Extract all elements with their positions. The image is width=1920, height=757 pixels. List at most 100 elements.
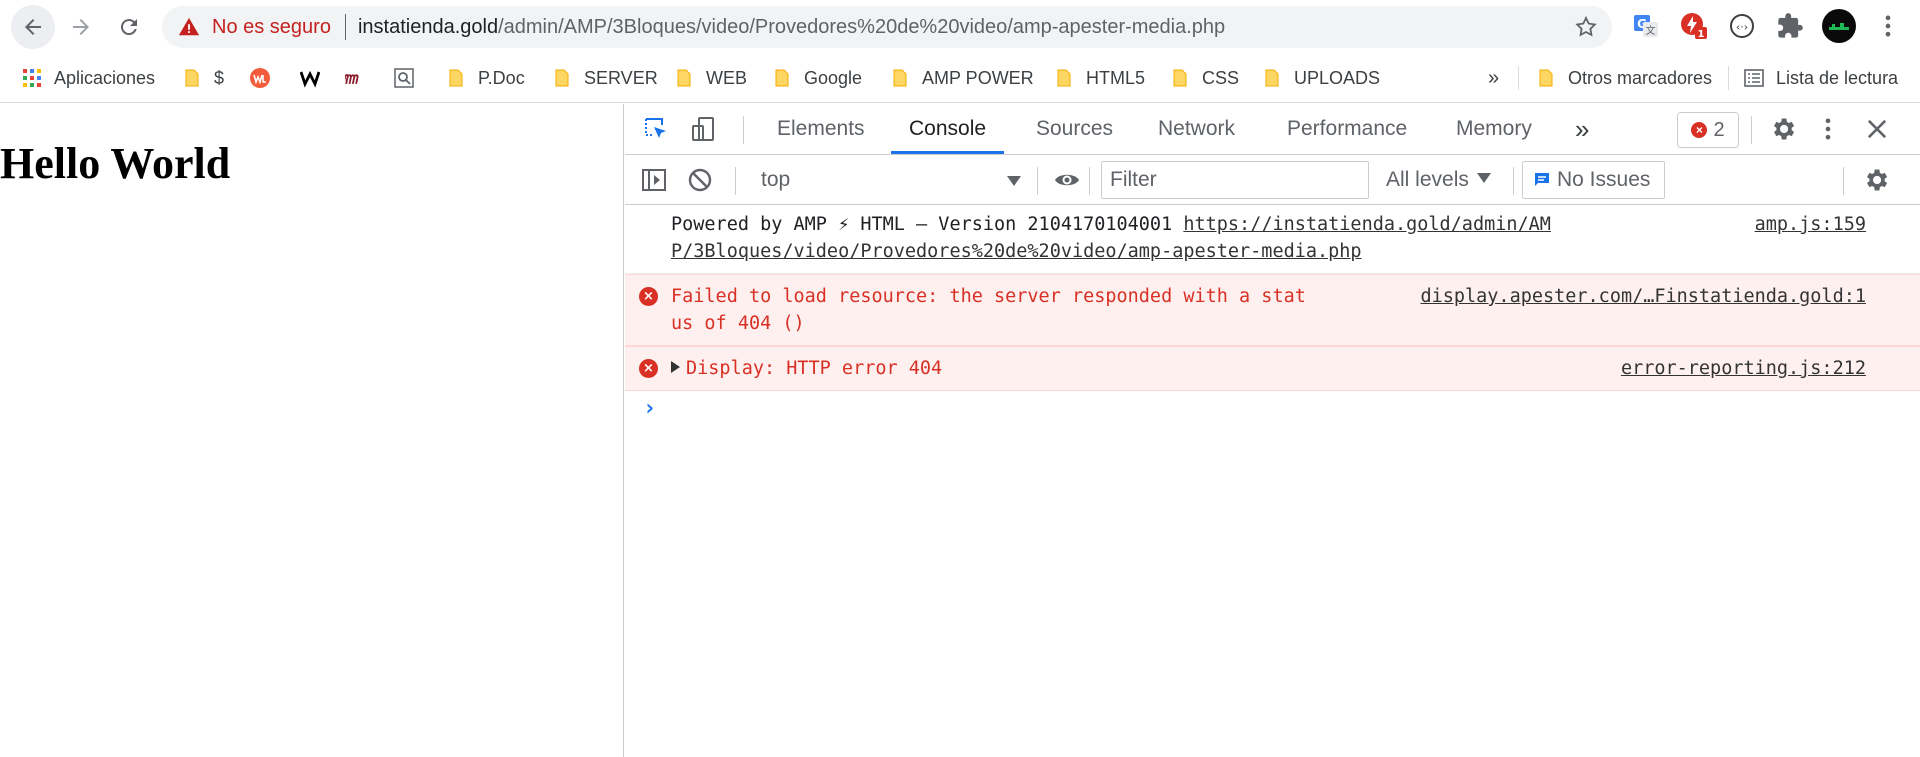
bookmark-folder-html5[interactable]: HTML5 [1054,65,1145,91]
bookmark-folder-css[interactable]: CSS [1170,65,1239,91]
toolbar-separator [735,167,736,195]
dropdown-arrow-icon [1007,176,1021,186]
search-box-icon [394,68,414,88]
url-text[interactable]: instatienda.gold/admin/AMP/3Bloques/vide… [358,16,1225,39]
reading-list-button[interactable]: Lista de lectura [1744,65,1898,91]
wl-logo-icon [250,68,270,88]
console-settings-button[interactable] [1861,165,1891,195]
warning-icon [178,17,200,36]
security-status[interactable]: No es seguro [212,16,331,39]
bookmark-page-icon [185,69,199,87]
message-text: Display: HTTP error 404 [671,355,1361,382]
tab-console[interactable]: Console [891,104,1005,154]
bookmark-folder-google[interactable]: Google [772,65,862,91]
bookmark-search[interactable] [394,65,426,91]
amp-validator-extension[interactable]: 1 [1678,10,1710,42]
svg-text:‹·›: ‹·› [1736,21,1748,34]
message-text: Powered by AMP ⚡ HTML – Version 21041701… [671,214,1551,262]
code-extension[interactable]: ‹·› [1726,10,1758,42]
bookmark-label: WEB [706,67,748,88]
more-tabs-button[interactable]: » [1575,104,1589,154]
bookmarks-overflow-button[interactable]: » [1488,65,1499,91]
message-source-link[interactable]: amp.js:159 [1755,211,1866,238]
bookmark-rm[interactable] [345,65,377,91]
dropdown-arrow-icon [1476,173,1491,183]
console-message-log: Powered by AMP ⚡ HTML – Version 21041701… [625,205,1920,274]
folder-icon [893,69,907,87]
bookmark-folder-uploads[interactable]: UPLOADS [1262,65,1380,91]
bookmark-apps[interactable]: Aplicaciones [22,65,155,91]
context-value: top [761,168,791,191]
tab-performance[interactable]: Performance [1287,104,1407,154]
toolbar-separator [1037,167,1038,195]
error-circle-icon: × [1691,122,1708,138]
toolbar-separator [1843,167,1844,195]
devtools-menu-button[interactable] [1813,114,1843,144]
message-text: Failed to load resource: the server resp… [671,286,1306,334]
w-logo-icon [300,70,320,88]
bookmark-label: Aplicaciones [54,67,156,88]
log-levels-dropdown[interactable]: All levels [1386,163,1491,197]
expand-triangle-icon[interactable] [671,361,680,373]
bookmark-wl[interactable] [250,65,282,91]
error-count-badge[interactable]: × 2 [1677,112,1739,148]
rm-logo-icon [345,74,359,84]
bookmark-label: $ [214,67,225,88]
gear-icon [1774,118,1795,140]
devtools-panel: Elements Console Sources Network Perform… [625,104,1920,757]
folder-icon [775,69,789,87]
device-toolbar-button[interactable] [689,114,719,144]
eye-icon [1055,174,1079,186]
issues-button[interactable]: No Issues [1522,161,1665,199]
tab-network[interactable]: Network [1158,104,1235,154]
inspect-element-button[interactable] [641,114,671,144]
message-source-link[interactable]: display.apester.com/…Finstatienda.gold:1 [1420,283,1866,310]
live-expression-button[interactable] [1052,165,1082,195]
extensions-button[interactable] [1774,10,1806,42]
bookmarks-divider [1728,66,1729,90]
bookmark-folder-amp-power[interactable]: AMP POWER [890,65,1034,91]
log-levels-value: All levels [1386,168,1469,191]
folder-icon [677,69,691,87]
url-path: /admin/AMP/3Bloques/video/Provedores%20d… [498,15,1226,38]
folder-icon [1265,69,1279,87]
show-sidebar-button[interactable] [639,165,669,195]
context-selector[interactable]: top [761,163,1021,197]
bookmark-folder-pdoc[interactable]: P.Doc [446,65,525,91]
bookmark-dollar[interactable]: $ [182,65,224,91]
tab-memory[interactable]: Memory [1456,104,1532,154]
message-source-link[interactable]: error-reporting.js:212 [1621,355,1866,382]
bookmarks-bar: Aplicaciones $ P.Doc SERVER WEB Google A… [0,53,1920,103]
bookmark-label: AMP POWER [922,67,1034,88]
devtools-settings-button[interactable] [1768,114,1798,144]
folder-icon [555,69,569,87]
console-prompt[interactable]: › [625,391,1920,427]
star-icon[interactable] [1574,15,1598,39]
address-bar[interactable]: No es seguro instatienda.gold/admin/AMP/… [162,6,1612,48]
bookmarks-divider [1518,66,1519,90]
back-button[interactable] [11,4,55,49]
bookmark-other[interactable]: Otros marcadores [1536,65,1712,91]
bookmark-folder-web[interactable]: WEB [674,65,747,91]
console-message-error[interactable]: × Display: HTTP error 404 error-reportin… [625,346,1920,391]
more-vertical-icon [1885,15,1891,37]
forward-button[interactable] [59,5,103,49]
profile-avatar[interactable] [1822,9,1856,43]
bookmark-label: SERVER [584,67,658,88]
bookmark-w[interactable] [300,65,332,91]
bookmark-label: HTML5 [1086,67,1146,88]
reload-button[interactable] [107,5,151,49]
chrome-menu-button[interactable] [1872,10,1904,42]
toolbar-separator [1089,167,1090,195]
translate-extension[interactable]: G文 [1630,10,1662,42]
bookmark-label: Otros marcadores [1568,67,1713,88]
bookmark-folder-server[interactable]: SERVER [552,65,658,91]
tab-separator [1751,116,1752,144]
tab-sources[interactable]: Sources [1036,104,1113,154]
clear-console-button[interactable] [685,165,715,195]
tab-elements[interactable]: Elements [777,104,865,154]
page-heading: Hello World [0,139,231,188]
console-filter-input[interactable] [1101,161,1369,199]
page-viewport: Hello World [0,104,624,757]
devtools-close-button[interactable] [1862,114,1892,144]
